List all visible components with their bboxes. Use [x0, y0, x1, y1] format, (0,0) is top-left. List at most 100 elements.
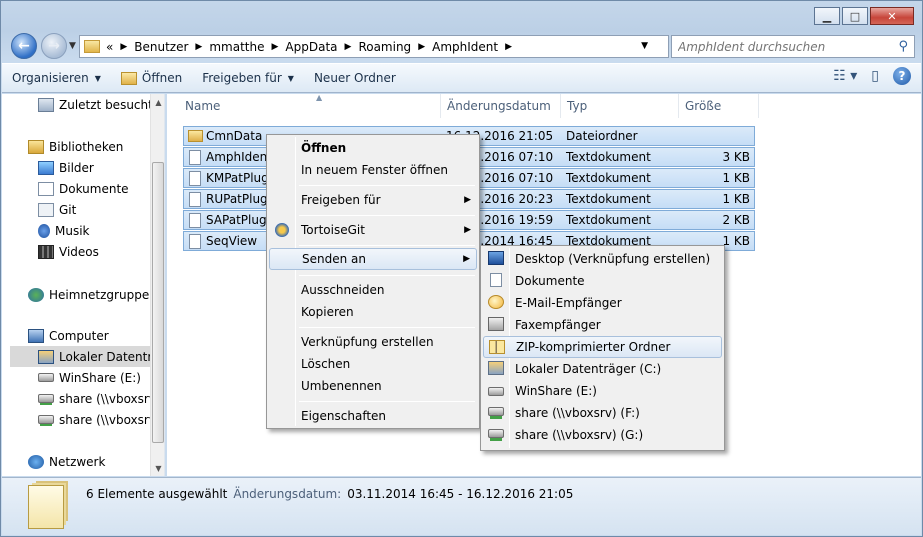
- homegroup-icon: [28, 287, 44, 302]
- menu-item-open-new-window[interactable]: In neuem Fenster öffnen: [269, 159, 477, 181]
- search-icon[interactable]: ⚲: [898, 39, 908, 54]
- nav-item-videos[interactable]: Videos: [38, 241, 164, 262]
- column-header-size[interactable]: Größe: [679, 94, 759, 118]
- nav-item-git[interactable]: Git: [38, 199, 164, 220]
- column-header-name[interactable]: Name ▲: [179, 93, 441, 118]
- organize-button[interactable]: Organisieren ▼: [2, 66, 111, 90]
- forward-button[interactable]: →: [41, 33, 67, 59]
- file-type: Dateiordner: [566, 129, 638, 143]
- documents-icon: [38, 181, 54, 196]
- share-with-button[interactable]: Freigeben für ▼: [192, 66, 304, 90]
- nav-item-music[interactable]: Musik: [38, 220, 164, 241]
- navigation-pane-scrollbar[interactable]: ▲ ▼: [150, 94, 164, 476]
- minimize-button[interactable]: ▁: [814, 7, 840, 25]
- search-box[interactable]: ⚲: [671, 35, 915, 58]
- chevron-right-icon: ▶: [418, 41, 426, 52]
- address-history-dropdown[interactable]: ▼: [641, 41, 648, 51]
- scroll-up-icon[interactable]: ▲: [151, 94, 164, 110]
- desktop-icon: [488, 251, 504, 265]
- view-options-icon[interactable]: ☷ ▾: [833, 68, 857, 84]
- music-icon: [38, 223, 50, 238]
- back-button[interactable]: ←: [11, 33, 37, 59]
- send-to-submenu: Desktop (Verknüpfung erstellen) Dokument…: [480, 245, 725, 451]
- date-label: Änderungsdatum:: [233, 487, 342, 501]
- preview-pane-icon[interactable]: ▯: [871, 68, 879, 84]
- nav-item-pictures[interactable]: Bilder: [38, 157, 164, 178]
- date-range: 03.11.2014 16:45 - 16.12.2016 21:05: [347, 487, 574, 501]
- nav-item-local-disk-c[interactable]: Lokaler Datenträger (C:): [10, 346, 150, 367]
- file-name: CmnData: [206, 129, 263, 143]
- file-type: Textdokument: [566, 150, 651, 164]
- command-bar: Organisieren ▼ Öffnen Freigeben für ▼ Neue…: [2, 63, 921, 93]
- multiple-files-icon: [28, 485, 64, 529]
- dropdown-arrow-icon: ▼: [287, 73, 294, 83]
- menu-item-create-shortcut[interactable]: Verknüpfung erstellen: [269, 331, 477, 353]
- tortoisegit-icon: [275, 223, 289, 237]
- git-library-icon: [38, 202, 54, 217]
- zip-folder-icon: [489, 340, 505, 354]
- libraries-icon: [28, 139, 44, 154]
- forward-arrow-icon: →: [48, 38, 60, 54]
- menu-item-send-to[interactable]: Senden an ▶: [269, 248, 477, 270]
- send-to-local-disk-c[interactable]: Lokaler Datenträger (C:): [483, 358, 722, 380]
- nav-item-documents[interactable]: Dokumente: [38, 178, 164, 199]
- breadcrumb-roaming[interactable]: ▶ Roaming: [338, 40, 412, 54]
- sort-ascending-icon: ▲: [316, 93, 323, 102]
- send-to-documents[interactable]: Dokumente: [483, 270, 722, 292]
- dropdown-arrow-icon: ▼: [94, 73, 101, 83]
- network-drive-icon: [488, 429, 504, 438]
- nav-item-winshare-e[interactable]: WinShare (E:): [38, 367, 164, 388]
- nav-item-computer[interactable]: Computer: [28, 325, 164, 346]
- menu-item-properties[interactable]: Eigenschaften: [269, 405, 477, 427]
- breadcrumb-overflow[interactable]: «: [106, 40, 113, 54]
- send-to-mail-recipient[interactable]: E-Mail-Empfänger: [483, 292, 722, 314]
- maximize-button[interactable]: □: [842, 7, 868, 25]
- breadcrumb-benutzer[interactable]: ▶ Benutzer: [113, 40, 188, 54]
- close-button[interactable]: ✕: [870, 7, 914, 25]
- search-input[interactable]: [678, 39, 888, 54]
- breadcrumb-appdata[interactable]: ▶ AppData: [264, 40, 337, 54]
- send-to-share-g[interactable]: share (\\vboxsrv) (G:): [483, 424, 722, 446]
- column-header-type[interactable]: Typ: [561, 94, 679, 118]
- nav-item-share-f[interactable]: share (\\vboxsrv) (F:): [38, 388, 164, 409]
- open-button[interactable]: Öffnen: [111, 66, 192, 90]
- text-document-icon: [189, 171, 201, 186]
- nav-item-recent-places[interactable]: Zuletzt besucht: [38, 94, 164, 115]
- menu-item-delete[interactable]: Löschen: [269, 353, 477, 375]
- menu-item-open[interactable]: Öffnen: [269, 137, 477, 159]
- menu-item-copy[interactable]: Kopieren: [269, 301, 477, 323]
- open-folder-icon: [120, 71, 137, 85]
- nav-item-libraries[interactable]: Bibliotheken: [28, 136, 164, 157]
- send-to-fax-recipient[interactable]: Faxempfänger: [483, 314, 722, 336]
- navigation-pane: Zuletzt besucht Bibliotheken Bilder Doku…: [2, 94, 165, 476]
- text-document-icon: [189, 234, 201, 249]
- send-to-desktop[interactable]: Desktop (Verknüpfung erstellen): [483, 248, 722, 270]
- scroll-down-icon[interactable]: ▼: [151, 460, 164, 476]
- nav-item-homegroup[interactable]: Heimnetzgruppe: [28, 284, 164, 305]
- chevron-right-icon: ▶: [344, 41, 352, 52]
- context-menu: Öffnen In neuem Fenster öffnen Freigeben…: [266, 134, 480, 429]
- send-to-share-f[interactable]: share (\\vboxsrv) (F:): [483, 402, 722, 424]
- send-to-winshare-e[interactable]: WinShare (E:): [483, 380, 722, 402]
- nav-item-share-g[interactable]: share (\\vboxsrv) (G:): [38, 409, 164, 430]
- file-size: 2 KB: [722, 213, 750, 227]
- menu-item-tortoisegit[interactable]: TortoiseGit ▶: [269, 219, 477, 241]
- column-header-date[interactable]: Änderungsdatum: [441, 94, 561, 118]
- menu-separator: [299, 185, 475, 186]
- chevron-right-icon: ▶: [505, 41, 513, 52]
- help-icon[interactable]: ?: [893, 67, 911, 85]
- scrollbar-thumb[interactable]: [152, 162, 164, 443]
- submenu-arrow-icon: ▶: [464, 195, 471, 205]
- breadcrumb-mmatthe[interactable]: ▶ mmatthe: [188, 40, 264, 54]
- address-bar[interactable]: « ▶ Benutzer ▶ mmatthe ▶ AppData ▶ Roaming ▶…: [79, 35, 669, 58]
- menu-item-rename[interactable]: Umbenennen: [269, 375, 477, 397]
- nav-item-network[interactable]: Netzwerk: [28, 451, 164, 472]
- send-to-zip-folder[interactable]: ZIP-komprimierter Ordner: [483, 336, 722, 358]
- menu-item-cut[interactable]: Ausschneiden: [269, 279, 477, 301]
- recent-pages-dropdown[interactable]: ▼: [69, 41, 76, 51]
- file-size: 1 KB: [722, 192, 750, 206]
- breadcrumb-amphident[interactable]: ▶ AmphIdent ▶: [411, 40, 519, 54]
- menu-item-share-with[interactable]: Freigeben für ▶: [269, 189, 477, 211]
- new-folder-button[interactable]: Neuer Ordner: [304, 66, 406, 90]
- explorer-window: ▁ □ ✕ ← → ▼ « ▶ Benutzer ▶ mmatthe ▶ AppDat…: [0, 0, 923, 537]
